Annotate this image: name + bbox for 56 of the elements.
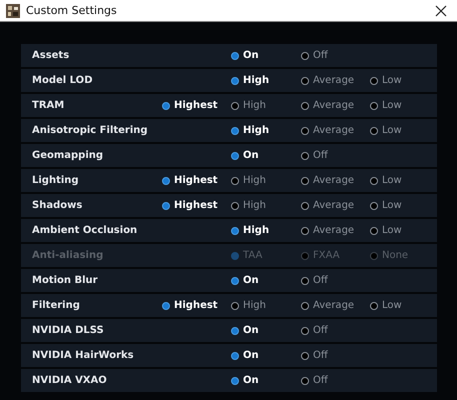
- radio-option[interactable]: Highest: [162, 200, 231, 211]
- radio-option[interactable]: Average: [301, 75, 370, 86]
- radio-option: None: [370, 250, 439, 261]
- radio-option[interactable]: Off: [301, 275, 370, 286]
- setting-label: Anti-aliasing: [31, 250, 104, 261]
- radio-option[interactable]: Low: [370, 100, 439, 111]
- setting-label: NVIDIA VXAO: [31, 375, 108, 386]
- radio-option[interactable]: On: [231, 150, 301, 161]
- app-icon: [6, 4, 20, 18]
- radio-option[interactable]: Average: [301, 100, 370, 111]
- setting-label: NVIDIA HairWorks: [31, 350, 135, 361]
- radio-option[interactable]: Low: [370, 175, 439, 186]
- setting-label: Lighting: [31, 175, 80, 186]
- radio-option[interactable]: High: [231, 300, 301, 311]
- radio-option[interactable]: On: [231, 275, 301, 286]
- radio-option[interactable]: Off: [301, 150, 370, 161]
- setting-label: NVIDIA DLSS: [31, 325, 105, 336]
- radio-option[interactable]: Low: [370, 125, 439, 136]
- setting-label: Filtering: [31, 300, 81, 311]
- setting-label: Geomapping: [31, 150, 104, 161]
- radio-option[interactable]: Low: [370, 75, 439, 86]
- setting-label: Model LOD: [31, 75, 94, 86]
- radio-option[interactable]: Highest: [162, 100, 231, 111]
- radio-option[interactable]: Average: [301, 200, 370, 211]
- radio-option[interactable]: Off: [301, 325, 370, 336]
- radio-option[interactable]: On: [231, 50, 301, 61]
- radio-option[interactable]: Low: [370, 300, 439, 311]
- radio-option[interactable]: On: [231, 325, 301, 336]
- window-title: Custom Settings: [26, 4, 118, 17]
- radio-option[interactable]: Average: [301, 300, 370, 311]
- setting-label: TRAM: [31, 100, 66, 111]
- setting-label: Anisotropic Filtering: [31, 125, 149, 136]
- radio-option[interactable]: On: [231, 375, 301, 386]
- radio-option[interactable]: Highest: [162, 175, 231, 186]
- radio-option[interactable]: Off: [301, 50, 370, 61]
- radio-option[interactable]: Off: [301, 375, 370, 386]
- radio-option[interactable]: High: [231, 200, 301, 211]
- setting-label: Shadows: [31, 200, 84, 211]
- setting-label: Motion Blur: [31, 275, 99, 286]
- radio-option[interactable]: High: [231, 225, 301, 236]
- radio-option[interactable]: Highest: [162, 300, 231, 311]
- radio-option[interactable]: Low: [370, 200, 439, 211]
- radio-option[interactable]: Average: [301, 175, 370, 186]
- radio-option[interactable]: Average: [301, 125, 370, 136]
- radio-option[interactable]: High: [231, 75, 301, 86]
- radio-option[interactable]: High: [231, 125, 301, 136]
- radio-option[interactable]: Average: [301, 225, 370, 236]
- radio-option[interactable]: Off: [301, 350, 370, 361]
- radio-option[interactable]: On: [231, 350, 301, 361]
- setting-label: Assets: [31, 50, 70, 61]
- radio-option[interactable]: Low: [370, 225, 439, 236]
- setting-label: Ambient Occlusion: [31, 225, 138, 236]
- radio-option[interactable]: High: [231, 100, 301, 111]
- radio-option: FXAA: [301, 250, 370, 261]
- radio-option: TAA: [231, 250, 301, 261]
- radio-option[interactable]: High: [231, 175, 301, 186]
